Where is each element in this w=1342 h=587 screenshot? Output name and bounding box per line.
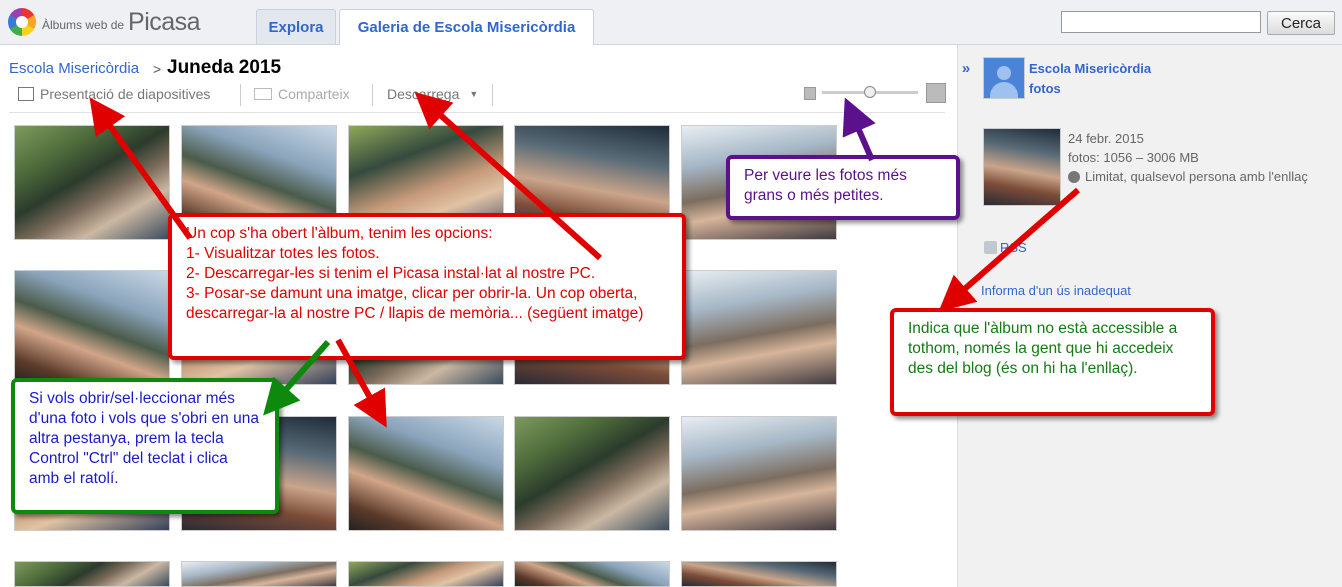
annotation-line: 2- Descarregar-les si tenim el Picasa in… [186, 265, 596, 282]
album-visibility: Limitat, qualsevol persona amb l'enllaç [1068, 169, 1340, 184]
large-size-icon[interactable] [926, 83, 946, 103]
owner-photos-link[interactable]: fotos [1029, 81, 1061, 96]
photo-thumbnail[interactable] [14, 125, 170, 240]
tab-explore[interactable]: Explora [256, 9, 336, 44]
slideshow-label: Presentació de diapositives [40, 86, 211, 102]
photo-thumbnail[interactable] [14, 561, 170, 587]
download-label: Descarrega [387, 86, 460, 102]
visibility-label: Limitat, qualsevol persona amb l'enllaç [1085, 169, 1308, 184]
album-cover-thumbnail [983, 128, 1061, 206]
photo-thumbnail[interactable] [514, 561, 670, 587]
avatar[interactable] [983, 57, 1025, 99]
slideshow-button[interactable]: Presentació de diapositives [18, 86, 210, 102]
envelope-icon [254, 88, 272, 100]
share-label: Comparteix [278, 86, 350, 102]
arrow-to-slider [842, 97, 876, 162]
logo-subtitle: Àlbums web de [42, 18, 125, 32]
picasa-logo-icon [8, 8, 36, 36]
photo-thumbnail[interactable] [514, 416, 670, 531]
breadcrumb-gallery-link[interactable]: Escola Misericòrdia [9, 60, 139, 77]
small-size-icon[interactable] [804, 87, 816, 100]
rss-icon[interactable] [984, 241, 997, 254]
annotation-line: 1- Visualitzar totes les fotos. [186, 245, 380, 262]
fullscreen-icon [18, 87, 34, 101]
album-photo-count: fotos: 1056 – 3006 MB [1068, 150, 1199, 165]
photo-thumbnail[interactable] [14, 270, 170, 385]
photo-thumbnail[interactable] [181, 561, 337, 587]
photo-thumbnail[interactable] [681, 561, 837, 587]
photo-thumbnail[interactable] [348, 416, 504, 531]
photo-thumbnail[interactable] [348, 561, 504, 587]
toolbar-divider [240, 84, 241, 106]
share-button[interactable]: Comparteix [254, 86, 350, 102]
annotation-options-note: Un cop s'ha obert l'àlbum, tenim les opc… [168, 213, 686, 360]
rss-link[interactable]: RSS [1000, 240, 1027, 255]
toolbar-divider [372, 84, 373, 106]
annotation-line: 3- Posar-se damunt una imatge, clicar pe… [186, 285, 644, 322]
tab-gallery[interactable]: Galeria de Escola Misericòrdia [339, 9, 594, 45]
toolbar-divider [492, 84, 493, 106]
annotation-line: Un cop s'ha obert l'àlbum, tenim les opc… [186, 225, 493, 242]
download-button[interactable]: Descarrega ▼ [387, 86, 478, 102]
report-abuse-link[interactable]: Informa d'un ús inadequat [981, 283, 1131, 298]
collapse-sidebar-icon[interactable]: » [958, 60, 974, 78]
globe-icon [1068, 170, 1080, 183]
search-button[interactable]: Cerca [1267, 11, 1335, 35]
album-title: Juneda 2015 [167, 57, 282, 78]
toolbar-divider-line [9, 112, 945, 113]
picasa-logo[interactable]: Àlbums web de Picasa [8, 6, 240, 38]
caret-down-icon: ▼ [469, 89, 479, 99]
slider-handle[interactable] [864, 86, 876, 98]
breadcrumb-separator: > [153, 61, 162, 77]
search-input[interactable] [1061, 11, 1261, 33]
photo-thumbnail[interactable] [681, 270, 837, 385]
photo-thumbnail[interactable] [681, 416, 837, 531]
logo-title: Picasa [128, 7, 201, 36]
album-date: 24 febr. 2015 [1068, 131, 1144, 146]
owner-name-link[interactable]: Escola Misericòrdia [1029, 61, 1151, 76]
annotation-access-note: Indica que l'àlbum no està accessible a … [890, 308, 1215, 416]
annotation-size-note: Per veure les fotos més grans o més peti… [726, 155, 960, 220]
annotation-ctrl-note: Si vols obrir/sel·leccionar més d'una fo… [11, 378, 279, 514]
